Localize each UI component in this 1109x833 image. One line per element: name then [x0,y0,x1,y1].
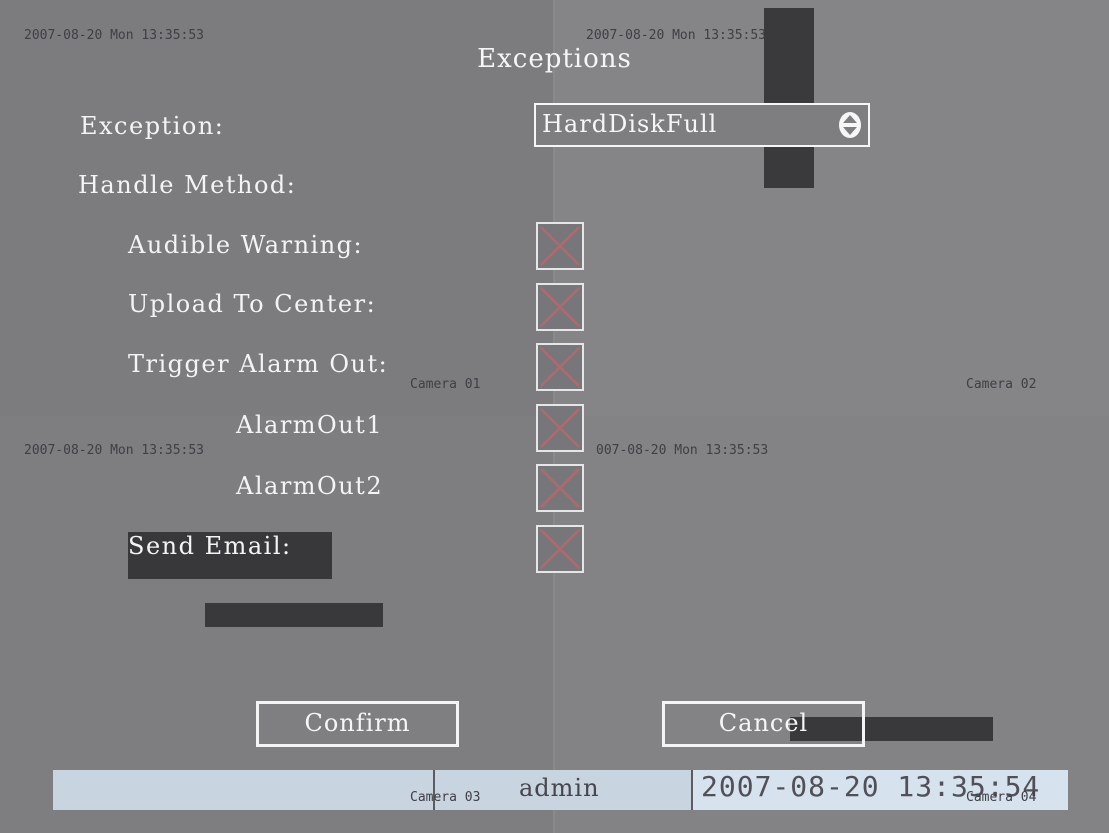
cancel-button[interactable]: Cancel [662,701,865,747]
audible-warning-label: Audible Warning: [128,231,364,259]
camera-timestamp-q1: 2007-08-20 Mon 13:35:53 [24,28,205,43]
trigger-alarm-out-label: Trigger Alarm Out: [128,350,389,378]
exception-select[interactable]: HardDiskFull [534,103,870,147]
camera-timestamp-q3: 2007-08-20 Mon 13:35:53 [24,443,205,458]
send-email-checkbox[interactable] [536,525,584,573]
dvr-screen: 2007-08-20 Mon 13:35:53 2007-08-20 Mon 1… [0,0,1109,833]
alarm-out2-label: AlarmOut2 [236,472,384,500]
upload-to-center-checkbox[interactable] [536,283,584,331]
video-artifact-bar [764,8,814,188]
alarm-out1-label: AlarmOut1 [236,411,384,439]
page-title: Exceptions [477,44,632,74]
cross-icon [540,529,580,569]
alarm-out1-checkbox[interactable] [536,404,584,452]
handle-method-label: Handle Method: [78,171,297,199]
camera-label-01: Camera 01 [410,377,481,392]
up-down-arrows-icon [839,112,861,138]
cross-icon [540,287,580,327]
status-user: admin [519,774,600,802]
exception-label: Exception: [80,112,225,140]
confirm-button[interactable]: Confirm [256,701,459,747]
camera-label-02: Camera 02 [966,377,1037,392]
upload-to-center-label: Upload To Center: [128,290,377,318]
exception-select-value: HardDiskFull [542,110,718,138]
camera-label-04: Camera 04 [966,790,1037,805]
alarm-out2-checkbox[interactable] [536,464,584,512]
camera-timestamp-q4: 007-08-20 Mon 13:35:53 [596,443,769,458]
video-artifact-bar [205,603,383,627]
camera-timestamp-q2: 2007-08-20 Mon 13:35:53 [586,28,767,43]
cross-icon [540,468,580,508]
camera-label-03: Camera 03 [410,790,481,805]
status-separator [691,770,693,810]
send-email-label: Send Email: [128,532,292,560]
status-bar: admin 2007-08-20 13:35:54 [53,770,1068,810]
cross-icon [540,347,580,387]
trigger-alarm-out-checkbox[interactable] [536,343,584,391]
cross-icon [540,408,580,448]
audible-warning-checkbox[interactable] [536,222,584,270]
cross-icon [540,226,580,266]
